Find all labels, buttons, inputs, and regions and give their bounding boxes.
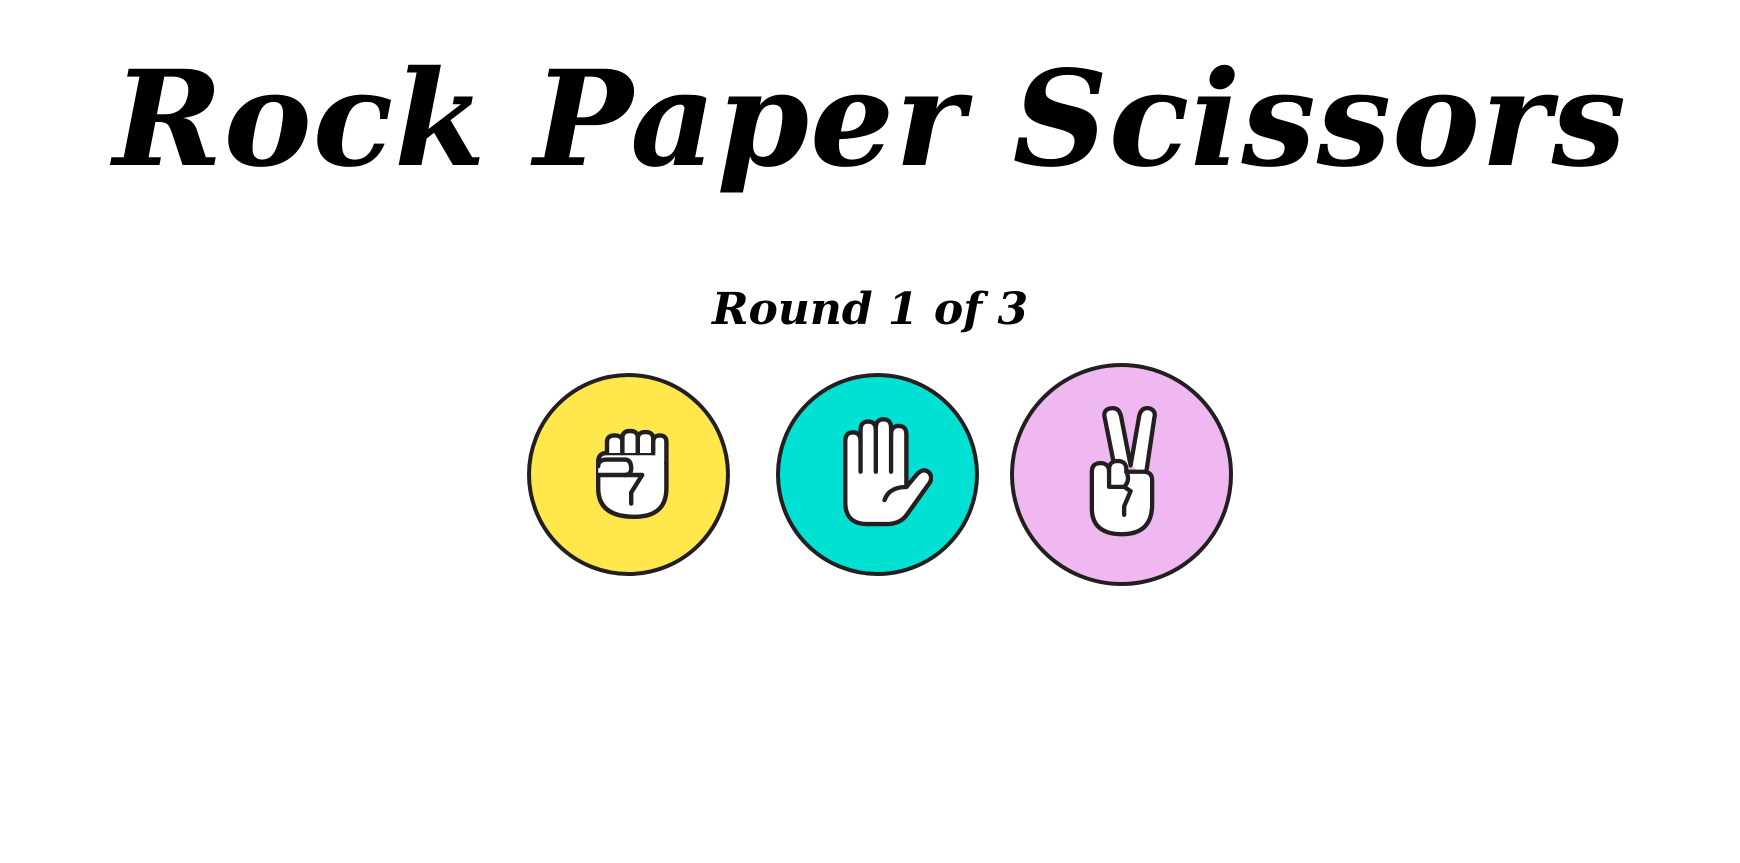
fist-icon bbox=[595, 428, 669, 519]
rock-button[interactable] bbox=[527, 373, 730, 576]
peace-sign-icon bbox=[1089, 405, 1157, 536]
game-title: Rock Paper Scissors bbox=[113, 42, 1627, 197]
round-indicator: Round 1 of 3 bbox=[711, 284, 1029, 335]
open-hand-icon bbox=[842, 416, 933, 526]
paper-button[interactable] bbox=[776, 373, 979, 576]
scissors-button[interactable] bbox=[1010, 363, 1233, 586]
